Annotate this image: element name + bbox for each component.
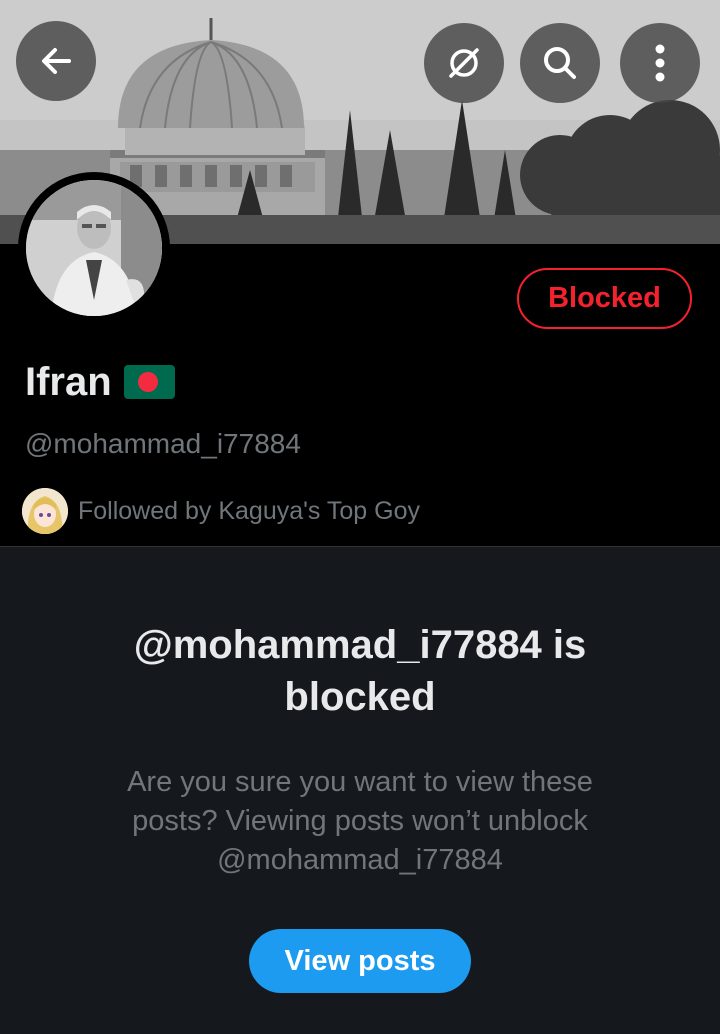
- followed-by-row[interactable]: Followed by Kaguya's Top Goy: [22, 488, 420, 534]
- back-button[interactable]: [16, 21, 96, 101]
- blocked-notice-title: @mohammad_i77884 is blocked: [133, 623, 587, 719]
- search-icon: [544, 47, 576, 79]
- more-vertical-icon: [655, 44, 665, 82]
- blocked-notice-body: Are you sure you want to view these post…: [127, 766, 593, 876]
- profile-avatar[interactable]: [18, 172, 170, 324]
- followed-by-text[interactable]: Followed by Kaguya's Top Goy: [78, 497, 420, 526]
- arrow-left-icon: [42, 48, 71, 74]
- profile-page: Blocked Ifran @mohammad_i77884 Followed …: [0, 0, 720, 1034]
- bangladesh-flag-icon: [123, 365, 175, 399]
- blocked-button[interactable]: Blocked: [517, 268, 692, 329]
- grok-icon: [449, 48, 479, 78]
- more-options-button[interactable]: [620, 23, 700, 103]
- profile-name-row: Ifran: [25, 356, 175, 408]
- display-name: Ifran: [25, 359, 112, 404]
- profile-handle: @mohammad_i77884: [25, 428, 301, 459]
- view-posts-button[interactable]: View posts: [249, 929, 471, 993]
- grok-button[interactable]: [424, 23, 504, 103]
- avatar-image: [26, 180, 162, 316]
- search-button[interactable]: [520, 23, 600, 103]
- follower-avatar: [22, 488, 68, 534]
